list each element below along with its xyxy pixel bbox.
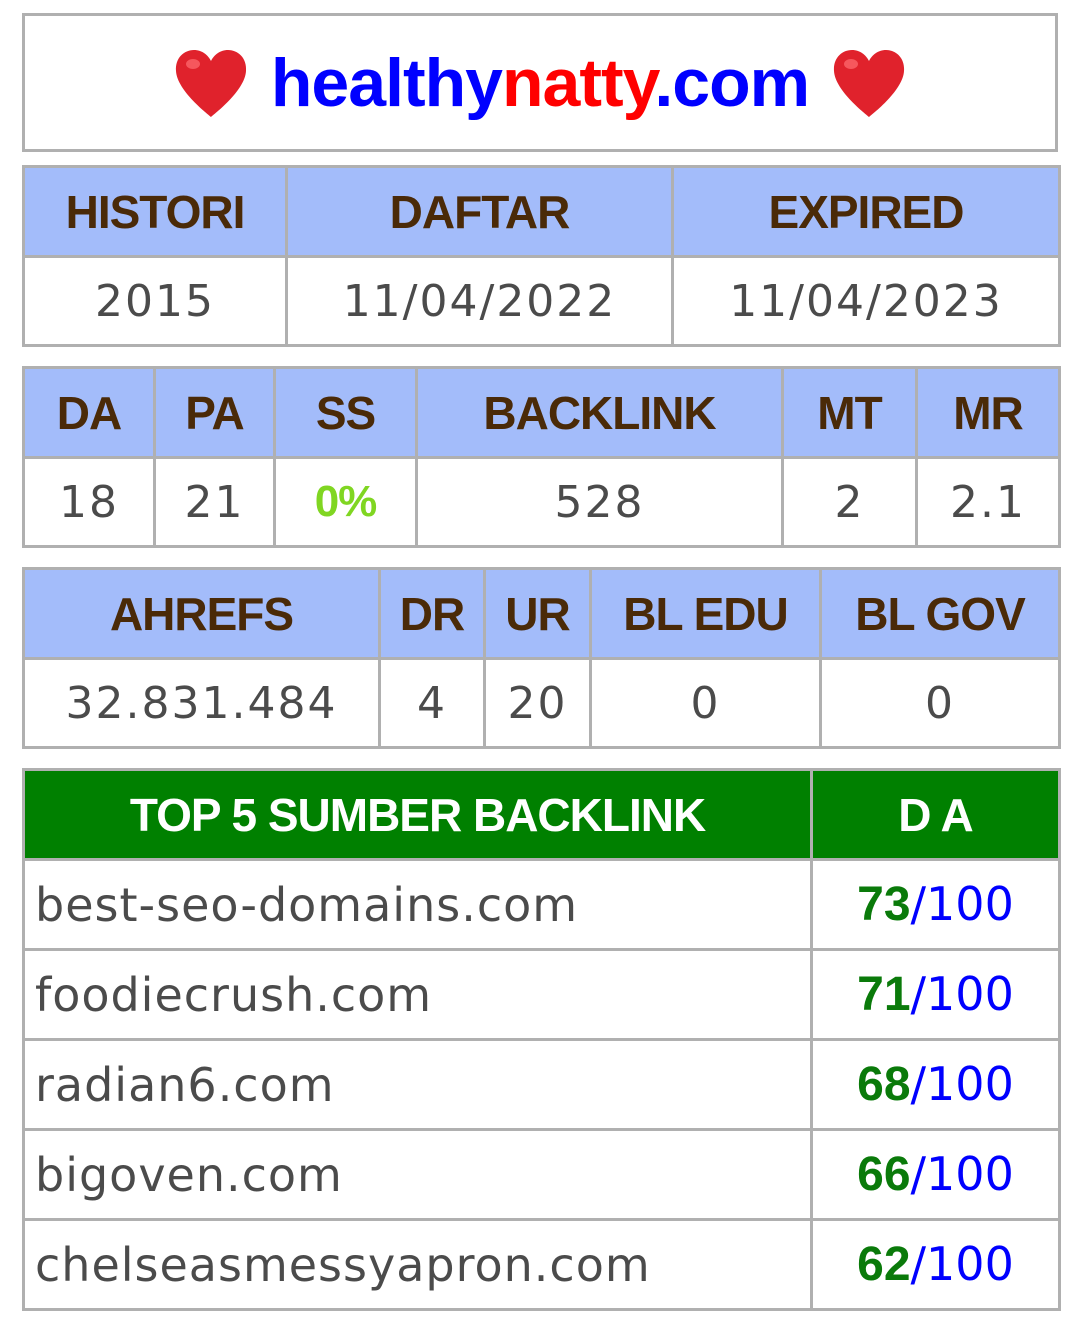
value-mr: 2.1 <box>915 456 1061 548</box>
da-max: 100 <box>926 1057 1014 1111</box>
table-row: chelseasmessyapron.com 62/100 <box>22 1218 1061 1311</box>
heart-icon <box>834 49 905 117</box>
value-bl-edu: 0 <box>589 657 822 749</box>
value-ss: 0% <box>273 456 418 548</box>
da-separator: / <box>910 1147 927 1201</box>
header-ur: UR <box>483 567 592 660</box>
table-row: bigoven.com 66/100 <box>22 1128 1061 1221</box>
da-score: 73 <box>857 878 911 931</box>
value-backlink: 528 <box>415 456 784 548</box>
value-expired: 11/04/2023 <box>671 255 1061 347</box>
domain-part-3: .com <box>654 44 810 121</box>
backlink-site: foodiecrush.com <box>22 948 813 1041</box>
da-separator: / <box>910 1237 927 1291</box>
table-row: best-seo-domains.com 73/100 <box>22 858 1061 951</box>
table-row: radian6.com 68/100 <box>22 1038 1061 1131</box>
header-ss: SS <box>273 366 418 459</box>
value-daftar: 11/04/2022 <box>285 255 674 347</box>
header-ahrefs: AHREFS <box>22 567 381 660</box>
header-da: DA <box>22 366 156 459</box>
da-score: 66 <box>857 1148 911 1201</box>
header-bl-edu: BL EDU <box>589 567 822 660</box>
backlink-site: radian6.com <box>22 1038 813 1131</box>
site-domain: healthynatty.com <box>270 44 810 122</box>
header-da-score: D A <box>810 768 1061 861</box>
header-bl-gov: BL GOV <box>819 567 1061 660</box>
backlink-da: 68/100 <box>810 1038 1061 1131</box>
header-daftar: DAFTAR <box>285 165 674 258</box>
da-max: 100 <box>926 877 1014 931</box>
da-max: 100 <box>926 1147 1014 1201</box>
backlink-da: 66/100 <box>810 1128 1061 1221</box>
da-max: 100 <box>926 967 1014 1021</box>
header-backlink: BACKLINK <box>415 366 784 459</box>
header-pa: PA <box>153 366 276 459</box>
da-score: 68 <box>857 1058 911 1111</box>
value-ur: 20 <box>483 657 592 749</box>
da-separator: / <box>910 1057 927 1111</box>
header-expired: EXPIRED <box>671 165 1061 258</box>
header-histori: HISTORI <box>22 165 288 258</box>
da-score: 71 <box>857 968 911 1021</box>
header-mr: MR <box>915 366 1061 459</box>
domain-part-2: natty <box>501 44 655 121</box>
da-score: 62 <box>857 1238 911 1291</box>
da-separator: / <box>910 877 927 931</box>
value-ahrefs: 32.831.484 <box>22 657 381 749</box>
backlink-da: 73/100 <box>810 858 1061 951</box>
domain-part-1: healthy <box>270 44 503 121</box>
backlink-da: 71/100 <box>810 948 1061 1041</box>
value-dr: 4 <box>378 657 486 749</box>
da-separator: / <box>910 967 927 1021</box>
heart-icon <box>175 49 246 117</box>
backlink-site: chelseasmessyapron.com <box>22 1218 813 1311</box>
value-da: 18 <box>22 456 156 548</box>
value-pa: 21 <box>153 456 276 548</box>
value-histori: 2015 <box>22 255 288 347</box>
header-mt: MT <box>781 366 918 459</box>
da-max: 100 <box>926 1237 1014 1291</box>
top-backlinks-table: TOP 5 SUMBER BACKLINK D A best-seo-domai… <box>22 768 1061 1311</box>
ahrefs-metrics-table: AHREFS DR UR BL EDU BL GOV 32.831.484 4 … <box>22 567 1061 749</box>
backlink-site: bigoven.com <box>22 1128 813 1221</box>
value-mt: 2 <box>781 456 918 548</box>
value-bl-gov: 0 <box>819 657 1061 749</box>
header-top-sources: TOP 5 SUMBER BACKLINK <box>22 768 813 861</box>
domain-history-table: HISTORI DAFTAR EXPIRED 2015 11/04/2022 1… <box>22 165 1061 347</box>
backlink-site: best-seo-domains.com <box>22 858 813 951</box>
moz-metrics-table: DA PA SS BACKLINK MT MR 18 21 0% 528 2 2… <box>22 366 1061 548</box>
backlink-da: 62/100 <box>810 1218 1061 1311</box>
site-title-banner: healthynatty.com <box>22 13 1058 152</box>
header-dr: DR <box>378 567 486 660</box>
table-row: foodiecrush.com 71/100 <box>22 948 1061 1041</box>
